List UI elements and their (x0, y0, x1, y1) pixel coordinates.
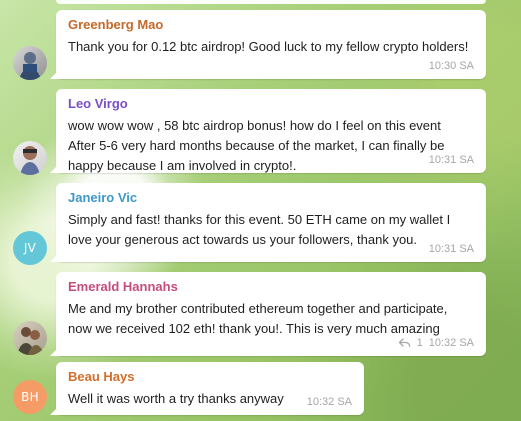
sender-name[interactable]: Greenberg Mao (68, 17, 474, 33)
message-text: Simply and fast! thanks for this event. … (68, 212, 454, 247)
message-meta: 1 10:32 SA (398, 336, 474, 350)
sender-name[interactable]: Janeiro Vic (68, 190, 474, 206)
message-meta: 10:31 SA (429, 242, 474, 256)
leo-virgo-avatar[interactable] (13, 141, 47, 175)
message-bubble-beau-hays[interactable]: Beau Hays Well it was worth a try thanks… (56, 362, 364, 415)
message-time: 10:30 SA (428, 60, 474, 72)
sender-name[interactable]: Emerald Hannahs (68, 279, 474, 295)
message-meta: 10:30 SA (429, 59, 474, 73)
message-bubble-leo-virgo[interactable]: Leo Virgo wow wow wow , 58 btc airdrop b… (56, 89, 486, 173)
previous-message-edge (56, 0, 486, 4)
greenberg-mao-photo (13, 46, 47, 80)
sender-name[interactable]: Leo Virgo (68, 96, 474, 112)
message-bubble-emerald-hannahs[interactable]: Emerald Hannahs Me and my brother contri… (56, 272, 486, 356)
avatar-initials: JV (23, 241, 37, 255)
janeiro-vic-avatar[interactable]: JV (13, 231, 47, 265)
reply-count-group[interactable]: 1 (398, 336, 423, 350)
message-time: 10:31 SA (428, 154, 474, 166)
message-text: Me and my brother contributed ethereum t… (68, 301, 452, 336)
message-bubble-janeiro-vic[interactable]: Janeiro Vic Simply and fast! thanks for … (56, 183, 486, 262)
message-text: Thank you for 0.12 btc airdrop! Good luc… (68, 39, 469, 54)
message-time: 10:31 SA (428, 243, 474, 255)
message-time: 10:32 SA (428, 337, 474, 349)
message-meta: 10:32 SA (307, 395, 352, 409)
reply-count: 1 (416, 337, 423, 349)
beau-hays-avatar[interactable]: BH (13, 380, 47, 414)
message-text: wow wow wow , 58 btc airdrop bonus! how … (68, 118, 445, 173)
emerald-hannahs-photo (13, 321, 47, 355)
message-time: 10:32 SA (306, 396, 352, 408)
sender-name[interactable]: Beau Hays (68, 369, 352, 385)
chat-area: Greenberg Mao Thank you for 0.12 btc air… (0, 0, 521, 421)
avatar-initials: BH (21, 390, 39, 404)
message-bubble-greenberg-mao[interactable]: Greenberg Mao Thank you for 0.12 btc air… (56, 10, 486, 79)
emerald-hannahs-avatar[interactable] (13, 321, 47, 355)
message-meta: 10:31 SA (429, 153, 474, 167)
leo-virgo-photo (13, 141, 47, 175)
reply-icon (398, 338, 411, 347)
greenberg-mao-avatar[interactable] (13, 46, 47, 80)
